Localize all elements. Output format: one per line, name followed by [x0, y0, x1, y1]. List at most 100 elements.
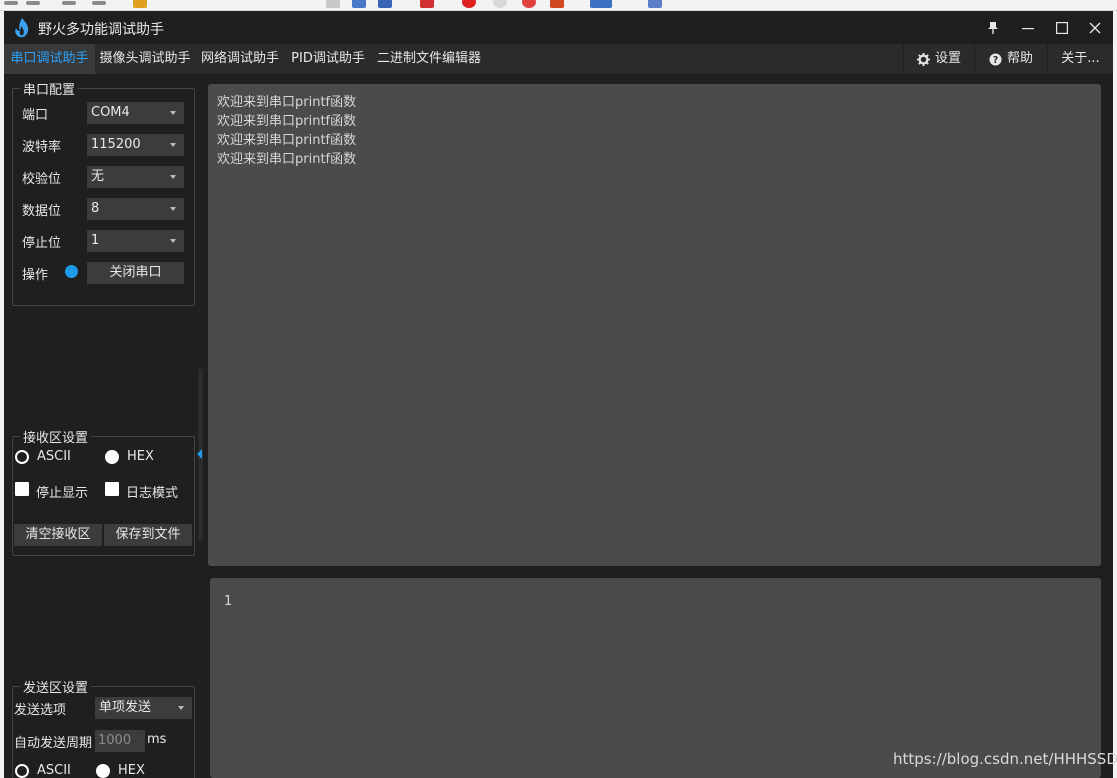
send-textarea[interactable]: 1 [210, 578, 1101, 778]
svg-text:?: ? [993, 54, 998, 65]
log-mode-checkbox[interactable] [105, 482, 119, 496]
chevron-down-icon [170, 239, 176, 243]
close-port-button[interactable]: 关闭串口 [87, 262, 184, 284]
minimize-icon [1022, 28, 1034, 30]
send-hex-label: HEX [118, 763, 145, 778]
period-unit-label: ms [147, 732, 167, 747]
receive-line: 欢迎来到串口printf函数 [217, 152, 357, 167]
operation-label: 操作 [22, 268, 49, 283]
pin-icon [988, 22, 998, 34]
close-icon [1089, 22, 1101, 34]
chevron-down-icon [170, 111, 176, 115]
chevron-down-icon [170, 207, 176, 211]
host-folder-icon [133, 0, 147, 8]
baud-label: 波特率 [22, 140, 62, 155]
port-select[interactable]: COM4 [87, 102, 184, 124]
watermark: https://blog.csdn.net/HHHSSD [893, 750, 1117, 768]
tab-binary-editor[interactable]: 二进制文件编辑器 [371, 44, 487, 74]
auto-send-period-label: 自动发送周期 [14, 736, 93, 751]
host-window-icon [590, 0, 612, 8]
send-settings-title: 发送区设置 [20, 677, 92, 696]
stop-bits-select[interactable]: 1 [87, 230, 184, 252]
data-bits-label: 数据位 [22, 204, 62, 219]
host-circle-icon [493, 0, 507, 8]
data-bits-select[interactable]: 8 [87, 198, 184, 220]
host-align-left-icon [4, 1, 18, 5]
settings-label: 设置 [934, 51, 961, 66]
host-download-icon [352, 0, 366, 8]
stop-display-label: 停止显示 [36, 486, 89, 501]
stop-display-checkbox[interactable] [15, 482, 29, 496]
receive-line: 欢迎来到串口printf函数 [217, 133, 357, 148]
help-label: 帮助 [1006, 51, 1033, 66]
stop-bits-value: 1 [91, 233, 100, 248]
send-ascii-radio[interactable] [15, 764, 29, 778]
baud-value: 115200 [91, 137, 141, 152]
window-title: 野火多功能调试助手 [38, 22, 164, 38]
send-hex-radio[interactable] [96, 764, 110, 778]
settings-button[interactable]: 设置 [903, 44, 974, 74]
auto-send-period-input[interactable]: 1000 [95, 730, 145, 752]
collapse-arrow-icon[interactable] [197, 449, 202, 459]
recv-settings-title: 接收区设置 [20, 427, 92, 446]
clear-receive-button[interactable]: 清空接收区 [14, 524, 102, 546]
port-status-indicator [65, 265, 78, 278]
parity-label: 校验位 [22, 172, 62, 187]
about-label: 关于... [1061, 51, 1100, 66]
send-ascii-label: ASCII [37, 763, 71, 778]
recv-hex-radio[interactable] [105, 450, 119, 464]
receive-line: 欢迎来到串口printf函数 [217, 114, 357, 129]
host-dropdown-icon [326, 0, 340, 8]
parity-select[interactable]: 无 [87, 166, 184, 188]
send-option-value: 单项发送 [99, 700, 152, 715]
send-option-label: 发送选项 [14, 703, 67, 718]
recv-ascii-radio[interactable] [15, 450, 29, 464]
flame-logo-icon [15, 18, 29, 38]
host-arrow-icon [378, 0, 392, 8]
host-bug-icon [550, 0, 564, 8]
maximize-button[interactable] [1047, 15, 1077, 41]
host-wrench-icon [648, 0, 662, 8]
host-list-icon [62, 1, 76, 5]
help-button[interactable]: ? 帮助 [974, 44, 1047, 74]
save-to-file-button[interactable]: 保存到文件 [104, 524, 192, 546]
minimize-button[interactable] [1013, 15, 1043, 41]
tab-camera[interactable]: 摄像头调试助手 [95, 44, 195, 74]
gear-icon [916, 52, 930, 66]
tab-serial[interactable]: 串口调试助手 [4, 44, 95, 74]
host-indent-icon [92, 1, 106, 5]
host-toolbar [0, 0, 1117, 11]
host-record-icon [462, 0, 476, 8]
baud-select[interactable]: 115200 [87, 134, 184, 156]
send-text: 1 [224, 594, 233, 609]
tab-network[interactable]: 网络调试助手 [195, 44, 285, 74]
parity-value: 无 [91, 169, 105, 184]
close-button[interactable] [1080, 15, 1110, 41]
title-bar: 野火多功能调试助手 [4, 11, 1113, 44]
pin-button[interactable] [978, 15, 1008, 41]
help-icon: ? [989, 52, 1002, 65]
host-align-center-icon [26, 1, 40, 5]
port-value: COM4 [91, 105, 130, 120]
about-button[interactable]: 关于... [1047, 44, 1113, 74]
chevron-down-icon [170, 143, 176, 147]
chevron-down-icon [178, 706, 184, 710]
host-right-strip [1113, 11, 1117, 778]
host-search-icon [420, 0, 434, 8]
receive-lines: 欢迎来到串口printf函数 欢迎来到串口printf函数 欢迎来到串口prin… [217, 93, 356, 169]
recv-hex-label: HEX [127, 449, 154, 464]
tab-bar: 串口调试助手 摄像头调试助手 网络调试助手 PID调试助手 二进制文件编辑器 设… [4, 44, 1113, 74]
port-label: 端口 [22, 108, 49, 123]
data-bits-value: 8 [91, 201, 100, 216]
left-panel: 串口配置 端口 COM4 波特率 115200 校验位 无 数据位 8 停止位 … [4, 74, 204, 778]
receive-line: 欢迎来到串口printf函数 [217, 95, 357, 110]
tab-pid[interactable]: PID调试助手 [285, 44, 371, 74]
stop-bits-label: 停止位 [22, 236, 62, 251]
serial-config-title: 串口配置 [20, 79, 79, 98]
app-window: 野火多功能调试助手 串口调试助手 摄像头调试助手 网络调试助手 PID调试助手 … [4, 11, 1113, 778]
recv-ascii-label: ASCII [37, 449, 71, 464]
receive-textarea[interactable]: 欢迎来到串口printf函数 欢迎来到串口printf函数 欢迎来到串口prin… [208, 84, 1101, 566]
send-option-select[interactable]: 单项发送 [95, 697, 192, 719]
chevron-down-icon [170, 175, 176, 179]
host-link-icon [522, 0, 536, 8]
